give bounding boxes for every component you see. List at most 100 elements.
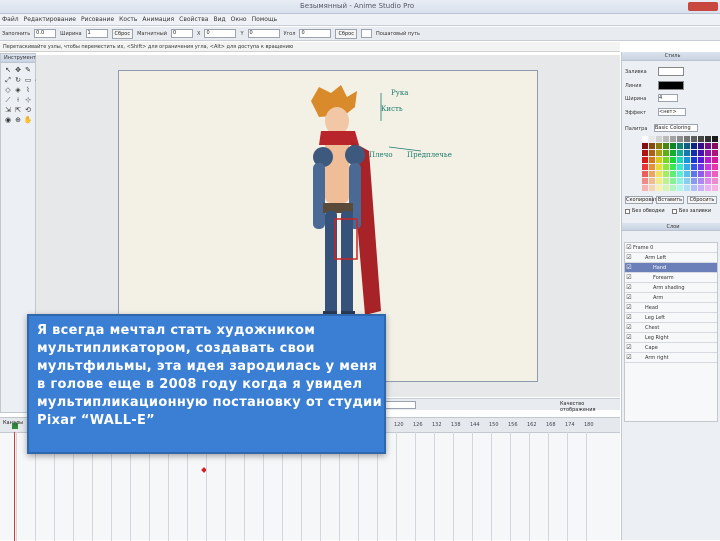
palette-swatch[interactable]	[691, 178, 697, 184]
draw-shape-icon[interactable]: ▭	[24, 76, 32, 84]
line-color-swatch[interactable]	[658, 81, 684, 90]
no-fill-checkbox[interactable]	[672, 209, 677, 214]
palette-swatch[interactable]	[656, 185, 662, 191]
palette-swatch[interactable]	[670, 150, 676, 156]
palette-swatch[interactable]	[670, 171, 676, 177]
bone-add-icon[interactable]: ⊹	[24, 96, 32, 104]
palette-swatch[interactable]	[663, 150, 669, 156]
palette-swatch[interactable]	[670, 164, 676, 170]
magnet-field[interactable]: 0	[171, 29, 193, 38]
palette-swatch[interactable]	[705, 178, 711, 184]
palette-swatch[interactable]	[712, 178, 718, 184]
palette-swatch[interactable]	[691, 136, 697, 142]
palette-swatch[interactable]	[670, 143, 676, 149]
palette-swatch[interactable]	[698, 136, 704, 142]
palette-swatch[interactable]	[684, 178, 690, 184]
copy-button[interactable]: Скопировать	[625, 196, 660, 204]
fill-field[interactable]: 0.0	[34, 29, 57, 38]
layer-row[interactable]: ☑ Head	[625, 303, 717, 313]
visibility-icon[interactable]: ☑	[625, 314, 633, 321]
color-palette[interactable]	[642, 136, 718, 191]
palette-swatch[interactable]	[684, 136, 690, 142]
visibility-icon[interactable]: ☑	[625, 304, 633, 311]
palette-swatch[interactable]	[677, 143, 683, 149]
palette-swatch[interactable]	[656, 150, 662, 156]
palette-swatch[interactable]	[642, 178, 648, 184]
fill-color-swatch[interactable]	[658, 67, 684, 76]
palette-swatch[interactable]	[649, 185, 655, 191]
layer-row[interactable]: ☑ Frame 0	[625, 243, 717, 253]
palette-swatch[interactable]	[691, 185, 697, 191]
menu-help[interactable]: Помощь	[252, 16, 278, 23]
palette-swatch[interactable]	[649, 136, 655, 142]
visibility-icon[interactable]: ☑	[625, 274, 633, 281]
palette-swatch[interactable]	[663, 143, 669, 149]
palette-swatch[interactable]	[691, 171, 697, 177]
layer-scale-icon[interactable]: ⇱	[14, 106, 22, 114]
palette-swatch[interactable]	[663, 178, 669, 184]
palette-swatch[interactable]	[656, 171, 662, 177]
translate-points-icon[interactable]: ✥	[14, 66, 22, 74]
visibility-icon[interactable]: ☑	[625, 294, 633, 301]
palette-swatch[interactable]	[712, 136, 718, 142]
x-field[interactable]: 0	[204, 29, 237, 38]
palette-swatch[interactable]	[677, 150, 683, 156]
visibility-icon[interactable]: ☑	[625, 264, 633, 271]
palette-swatch[interactable]	[712, 150, 718, 156]
bone-select-icon[interactable]: ⟋	[4, 96, 12, 104]
reset-button[interactable]: Сброс	[111, 28, 134, 39]
palette-swatch[interactable]	[642, 136, 648, 142]
palette-swatch[interactable]	[705, 185, 711, 191]
menu-edit[interactable]: Редактирование	[24, 16, 76, 23]
scale-points-icon[interactable]: ⤢	[4, 76, 12, 84]
palette-swatch[interactable]	[698, 185, 704, 191]
visibility-icon[interactable]: ☑	[625, 324, 633, 331]
layer-row[interactable]: ☑ Leg Left	[625, 313, 717, 323]
effect-select[interactable]: <нет>	[658, 108, 686, 116]
palette-swatch[interactable]	[698, 150, 704, 156]
palette-swatch[interactable]	[712, 185, 718, 191]
playhead[interactable]	[14, 432, 15, 541]
palette-swatch[interactable]	[712, 171, 718, 177]
palette-swatch[interactable]	[677, 136, 683, 142]
palette-swatch[interactable]	[670, 178, 676, 184]
palette-swatch[interactable]	[663, 171, 669, 177]
palette-swatch[interactable]	[677, 157, 683, 163]
layer-row[interactable]: ☑ Arm right	[625, 353, 717, 363]
reset-transform-button[interactable]: Сброс	[335, 28, 357, 39]
palette-swatch[interactable]	[705, 150, 711, 156]
palette-swatch[interactable]	[649, 157, 655, 163]
visibility-icon[interactable]: ☑	[625, 284, 633, 291]
hand-icon[interactable]: ✋	[24, 116, 33, 124]
palette-swatch[interactable]	[642, 164, 648, 170]
palette-swatch[interactable]	[698, 171, 704, 177]
palette-swatch[interactable]	[691, 150, 697, 156]
palette-swatch[interactable]	[705, 136, 711, 142]
layer-row[interactable]: ☑ Arm Left	[625, 253, 717, 263]
menu-window[interactable]: Окно	[231, 16, 247, 23]
menu-bone[interactable]: Кость	[119, 16, 137, 23]
step-path-checkbox[interactable]	[361, 29, 372, 38]
palette-swatch[interactable]	[642, 185, 648, 191]
palette-swatch[interactable]	[642, 150, 648, 156]
swatches-select[interactable]: Basic Coloring	[654, 124, 698, 132]
layer-translate-icon[interactable]: ⇲	[4, 106, 12, 114]
palette-swatch[interactable]	[712, 164, 718, 170]
palette-swatch[interactable]	[712, 143, 718, 149]
select-shape-icon[interactable]: ◇	[4, 86, 12, 94]
menu-file[interactable]: Файл	[2, 16, 19, 23]
layer-row[interactable]: ☑ Cape	[625, 343, 717, 353]
palette-swatch[interactable]	[698, 178, 704, 184]
palette-swatch[interactable]	[705, 143, 711, 149]
visibility-icon[interactable]: ☑	[625, 354, 633, 361]
reset-style-button[interactable]: Сбросить	[687, 196, 717, 204]
no-stroke-checkbox[interactable]	[625, 209, 630, 214]
palette-swatch[interactable]	[642, 157, 648, 163]
layer-row[interactable]: ☑ Arm	[625, 293, 717, 303]
palette-swatch[interactable]	[663, 157, 669, 163]
menu-properties[interactable]: Свойства	[179, 16, 208, 23]
visibility-icon[interactable]: ☑	[625, 334, 633, 341]
palette-swatch[interactable]	[649, 164, 655, 170]
layer-row[interactable]: ☑ Leg Right	[625, 333, 717, 343]
palette-swatch[interactable]	[656, 157, 662, 163]
